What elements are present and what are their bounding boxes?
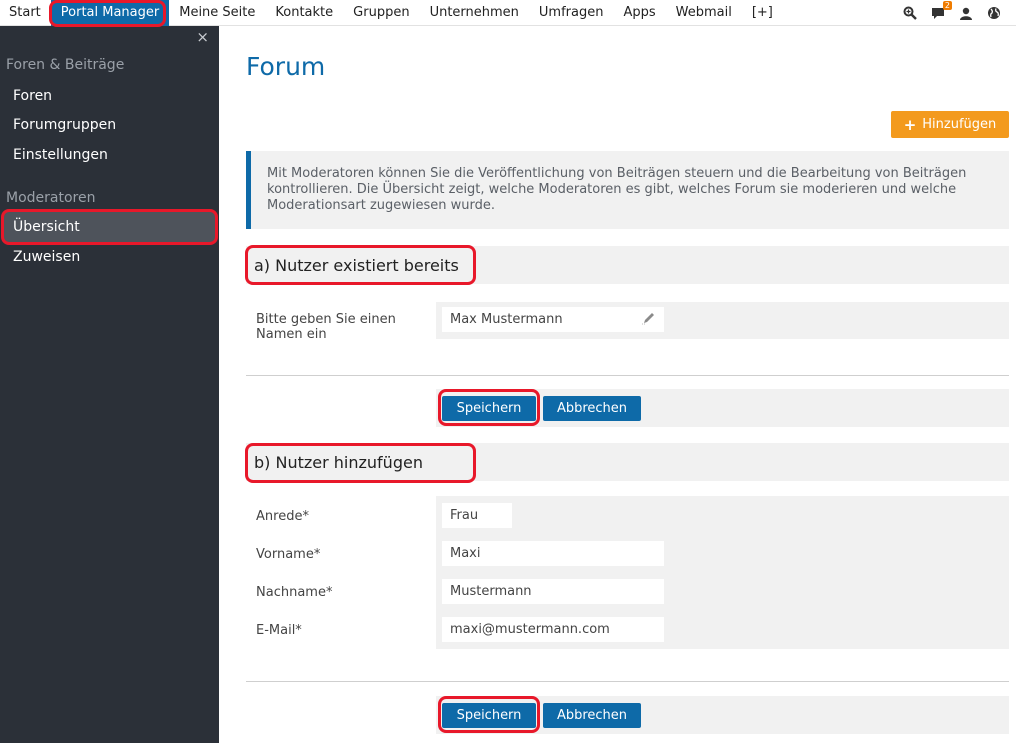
sidebar-item-forumgruppen[interactable]: Forumgruppen <box>0 110 219 140</box>
top-navigation-bar: Start Portal Manager Meine Seite Kontakt… <box>0 0 1016 26</box>
sidebar-item-einstellungen[interactable]: Einstellungen <box>0 140 219 170</box>
email-value: maxi@mustermann.com <box>450 622 610 637</box>
search-icon[interactable] <box>902 5 918 21</box>
email-input[interactable]: maxi@mustermann.com <box>442 617 664 642</box>
nav-webmail[interactable]: Webmail <box>666 0 742 26</box>
anrede-value: Frau <box>450 508 479 523</box>
header-icons: 2 <box>902 0 1002 26</box>
chat-badge: 2 <box>942 1 952 10</box>
add-button[interactable]: + Hinzufügen <box>891 111 1009 138</box>
email-label: E-Mail* <box>256 623 302 638</box>
plus-icon: + <box>903 115 917 134</box>
sidebar-heading-moderatoren: Moderatoren <box>6 190 96 206</box>
add-button-label: Hinzufügen <box>922 117 997 132</box>
user-form-area: Frau Maxi Mustermann maxi@mustermann.com <box>436 496 1009 649</box>
nav-more[interactable]: [+] <box>742 0 783 26</box>
nachname-value: Mustermann <box>450 584 532 599</box>
name-input-value: Max Mustermann <box>450 312 563 327</box>
sidebar-item-zuweisen[interactable]: Zuweisen <box>0 242 219 272</box>
divider-b <box>246 681 1009 682</box>
nachname-input[interactable]: Mustermann <box>442 579 664 604</box>
sidebar-close-icon[interactable]: × <box>196 28 209 46</box>
nav-apps[interactable]: Apps <box>613 0 665 26</box>
sidebar-heading-foren: Foren & Beiträge <box>6 57 125 73</box>
section-a-header: a) Nutzer existiert bereits <box>246 246 1009 284</box>
info-text: Mit Moderatoren können Sie die Veröffent… <box>267 166 967 213</box>
info-box: Mit Moderatoren können Sie die Veröffent… <box>246 151 1009 229</box>
sidebar-item-foren[interactable]: Foren <box>0 81 219 111</box>
save-button-b[interactable]: Speichern <box>442 703 536 728</box>
nav-meine-seite[interactable]: Meine Seite <box>169 0 265 26</box>
divider-a <box>246 375 1009 376</box>
anrede-label: Anrede* <box>256 509 309 524</box>
user-icon[interactable] <box>958 5 974 21</box>
anrede-select[interactable]: Frau <box>442 503 512 528</box>
nachname-label: Nachname* <box>256 585 333 600</box>
section-b-title: b) Nutzer hinzufügen <box>254 453 423 472</box>
section-b-header: b) Nutzer hinzufügen <box>246 443 1009 481</box>
save-button-a[interactable]: Speichern <box>442 396 536 421</box>
nav-portal-manager[interactable]: Portal Manager <box>50 0 170 26</box>
vorname-label: Vorname* <box>256 547 321 562</box>
sidebar-item-uebersicht[interactable]: Übersicht <box>3 212 215 242</box>
sidebar: × Foren & Beiträge Foren Forumgruppen Ei… <box>0 26 219 743</box>
main-menu: Start Portal Manager Meine Seite Kontakt… <box>0 0 783 26</box>
nav-gruppen[interactable]: Gruppen <box>343 0 419 26</box>
name-field-area: Max Mustermann <box>436 302 1009 339</box>
section-a-title: a) Nutzer existiert bereits <box>254 256 459 275</box>
pencil-icon[interactable] <box>642 311 656 329</box>
section-a-buttons: Speichern Abbrechen <box>436 389 1009 427</box>
nav-umfragen[interactable]: Umfragen <box>529 0 614 26</box>
name-input[interactable]: Max Mustermann <box>442 307 664 332</box>
nav-kontakte[interactable]: Kontakte <box>265 0 343 26</box>
nav-unternehmen[interactable]: Unternehmen <box>420 0 529 26</box>
page-title: Forum <box>246 52 326 81</box>
vorname-value: Maxi <box>450 546 481 561</box>
cancel-button-a[interactable]: Abbrechen <box>543 396 641 421</box>
section-b-buttons: Speichern Abbrechen <box>436 696 1009 734</box>
globe-icon[interactable] <box>986 5 1002 21</box>
cancel-button-b[interactable]: Abbrechen <box>543 703 641 728</box>
nav-start[interactable]: Start <box>0 0 51 26</box>
chat-icon[interactable]: 2 <box>930 1 952 21</box>
vorname-input[interactable]: Maxi <box>442 541 664 566</box>
name-label: Bitte geben Sie einen Namen ein <box>256 312 396 342</box>
